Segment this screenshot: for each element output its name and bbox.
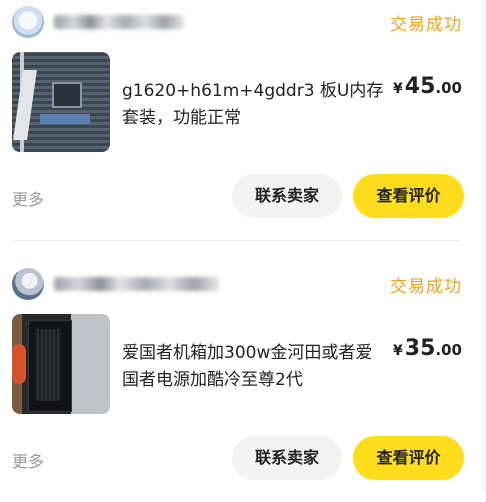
seller-avatar[interactable] bbox=[12, 6, 44, 38]
order-card: 交易成功 爱国者机箱加300w金河田或者爱国者电源加酷冷至尊2代 ¥35.00 … bbox=[0, 262, 486, 502]
price-decimal: .00 bbox=[435, 341, 462, 359]
more-button[interactable]: 更多 bbox=[12, 448, 44, 472]
seller-name-blurred[interactable] bbox=[54, 15, 184, 29]
price-currency: ¥ bbox=[393, 81, 403, 97]
case-image-part bbox=[28, 320, 72, 412]
view-review-button[interactable]: 查看评价 bbox=[353, 436, 464, 480]
port-image-part bbox=[40, 114, 90, 124]
product-thumbnail[interactable] bbox=[12, 52, 110, 152]
product-price: ¥45.00 bbox=[393, 74, 462, 99]
price-currency: ¥ bbox=[393, 343, 403, 359]
product-title[interactable]: g1620+h61m+4gddr3 板U内存套装，功能正常 bbox=[122, 78, 384, 132]
order-status: 交易成功 bbox=[390, 277, 462, 297]
price-decimal: .00 bbox=[435, 79, 462, 97]
cable-image-part bbox=[12, 344, 26, 384]
view-review-button[interactable]: 查看评价 bbox=[353, 174, 464, 218]
order-card: 交易成功 g1620+h61m+4gddr3 板U内存套装，功能正常 ¥45.0… bbox=[0, 0, 486, 241]
divider bbox=[12, 240, 462, 241]
more-button[interactable]: 更多 bbox=[12, 186, 44, 210]
contact-seller-button[interactable]: 联系卖家 bbox=[232, 436, 342, 480]
seller-row[interactable] bbox=[12, 4, 312, 40]
chip-image-part bbox=[52, 82, 82, 108]
order-status: 交易成功 bbox=[390, 15, 462, 35]
product-price: ¥35.00 bbox=[393, 336, 462, 361]
price-integer: 45 bbox=[404, 74, 436, 99]
seller-row[interactable] bbox=[12, 266, 312, 302]
scrollbar[interactable] bbox=[482, 0, 486, 491]
contact-seller-button[interactable]: 联系卖家 bbox=[232, 174, 342, 218]
product-thumbnail[interactable] bbox=[12, 314, 110, 414]
seller-avatar[interactable] bbox=[12, 268, 44, 300]
price-integer: 35 bbox=[404, 336, 436, 361]
seller-name-blurred[interactable] bbox=[54, 277, 219, 291]
product-title[interactable]: 爱国者机箱加300w金河田或者爱国者电源加酷冷至尊2代 bbox=[122, 340, 384, 394]
io-shield-image-part bbox=[13, 70, 37, 140]
